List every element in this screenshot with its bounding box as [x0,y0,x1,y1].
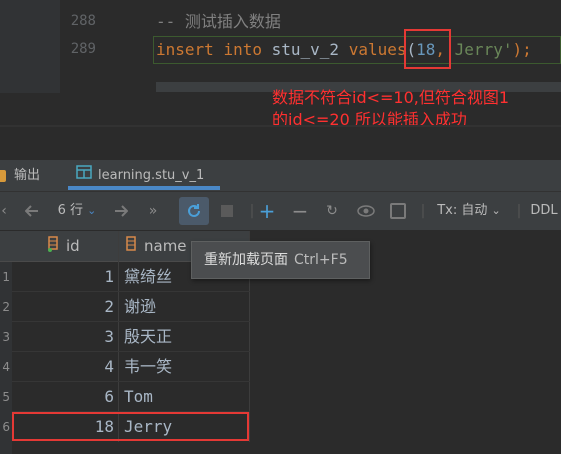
table-row[interactable]: 3 3 殷天正 [0,322,250,352]
cell-id[interactable]: 4 [14,352,114,382]
page-size-dropdown[interactable]: 6 行 ⌄ [52,192,102,230]
code-insert-line[interactable]: insert into stu_v_2 values(18,'Jerry'); [156,37,532,63]
cell-id[interactable]: 1 [14,262,114,292]
column-header-id[interactable]: id [48,231,80,261]
add-row-icon[interactable]: + [256,192,278,230]
reload-icon[interactable] [179,197,209,225]
column-id-label: id [66,237,80,255]
active-tab-indicator [68,186,220,190]
keyword-into: into [223,40,262,59]
cell-id[interactable]: 3 [14,322,114,352]
chevron-down-icon: ⌄ [491,204,501,217]
first-page-icon[interactable]: ‹ [0,192,10,230]
close-paren: ); [512,40,532,59]
row-number: 4 [2,360,10,374]
last-page-icon[interactable]: » [142,192,164,230]
column-name-label: name [144,237,187,255]
cell-name[interactable]: 韦一笑 [124,352,248,382]
table-row[interactable]: 2 2 谢逊 [0,292,250,322]
toolbar-separator: | [420,203,426,219]
page-size-label: 6 行 [57,203,84,218]
next-page-icon[interactable] [110,192,132,230]
annotation-line-2: 的id<=20 所以能插入成功 [272,110,467,129]
stop-icon[interactable] [216,192,238,230]
table-row[interactable]: 5 6 Tom [0,382,250,412]
tab-output[interactable]: 输出 [0,160,54,191]
tooltip-shortcut: Ctrl+F5 [294,252,348,268]
result-toolbar: ‹ 6 行 ⌄ » | + − ↻ | Tx: 自动 ⌄ | DDL [0,192,561,231]
annotation-line-1: 数据不符合id<=10,但符合视图1 [272,88,510,107]
keyword-insert: insert [156,40,214,59]
prev-page-icon[interactable] [22,192,42,230]
reload-tooltip: 重新加载页面 Ctrl+F5 [191,241,370,279]
line-number: 289 [70,41,96,57]
cell-id[interactable]: 2 [14,292,114,322]
tooltip-label: 重新加载页面 [204,252,288,268]
tx-mode-label: Tx: 自动 [437,203,488,218]
cell-id[interactable]: 6 [14,382,114,412]
toolbar-separator: | [516,203,522,219]
cell-name[interactable]: 殷天正 [124,322,248,352]
cell-name[interactable]: 谢逊 [124,292,248,322]
table-name: stu_v_2 [271,40,340,59]
highlight-box-new-row [12,412,249,441]
row-number: 2 [2,300,10,314]
row-number: 1 [2,270,10,284]
view-icon[interactable] [354,192,378,230]
delete-row-icon[interactable]: − [289,192,311,230]
highlight-box-id-value [404,29,451,69]
revert-icon[interactable]: ↻ [321,192,343,230]
panel-divider[interactable] [0,125,561,127]
tab-output-label: 输出 [14,168,41,183]
column-header-name[interactable]: name [126,231,187,261]
line-number: 288 [70,13,96,29]
value-string: 'Jerry' [445,40,513,59]
chevron-down-icon: ⌄ [87,204,97,217]
tab-table-label: learning.stu_v_1 [98,168,205,183]
sql-editor[interactable]: 288 289 -- 测试插入数据 insert into stu_v_2 va… [0,0,561,93]
row-number: 6 [2,420,10,434]
save-icon[interactable] [387,192,409,230]
row-number: 3 [2,330,10,344]
output-icon [0,169,6,182]
code-comment-line[interactable]: -- 测试插入数据 [156,9,281,35]
column-icon [126,232,136,262]
tx-mode-dropdown[interactable]: Tx: 自动 ⌄ [434,192,504,230]
cell-name[interactable]: Tom [124,382,248,412]
ddl-button[interactable]: DDL [528,192,560,230]
row-number: 5 [2,390,10,404]
keyword-values: values [348,40,407,59]
column-key-icon [48,232,58,262]
table-row[interactable]: 4 4 韦一笑 [0,352,250,382]
